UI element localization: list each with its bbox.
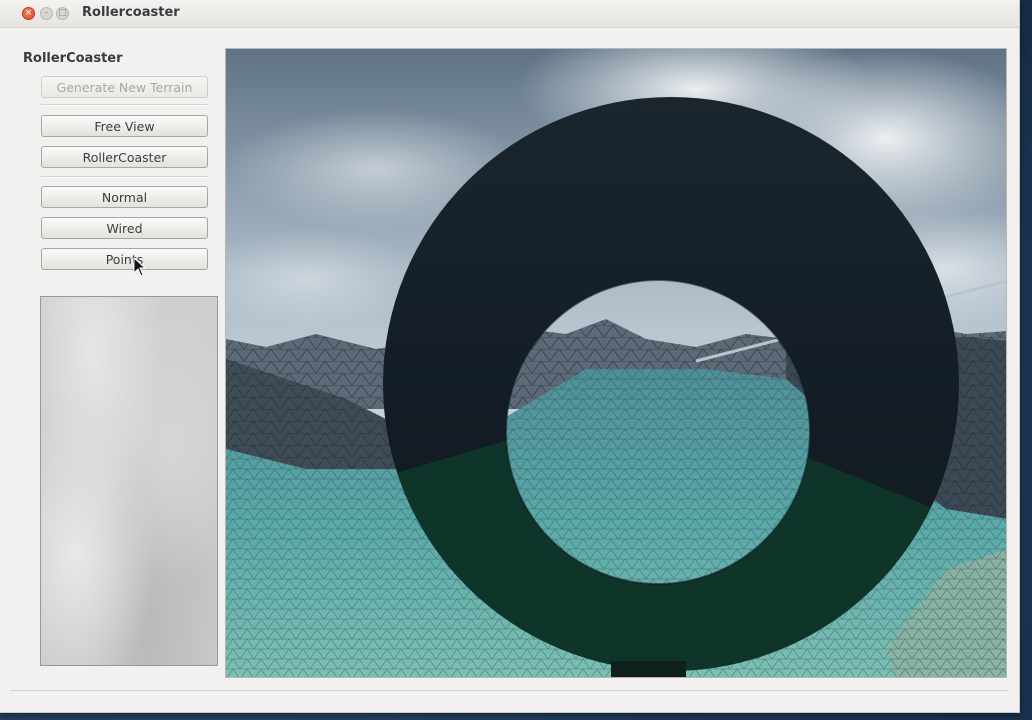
wired-render-button[interactable]: Wired	[41, 217, 208, 239]
generate-terrain-button[interactable]: Generate New Terrain	[41, 76, 208, 98]
free-view-button[interactable]: Free View	[41, 115, 208, 137]
title-bar[interactable]: × – □ Rollercoaster	[0, 0, 1019, 28]
separator	[41, 176, 208, 178]
3d-viewport[interactable]	[225, 48, 1007, 678]
heightmap-preview	[40, 296, 218, 666]
maximize-icon[interactable]: □	[56, 7, 69, 20]
separator	[41, 104, 208, 106]
close-icon[interactable]: ×	[22, 7, 35, 20]
mouse-pointer-icon	[133, 257, 147, 277]
rollercoaster-button[interactable]: RollerCoaster	[41, 146, 208, 168]
status-bar	[10, 690, 1009, 691]
normal-render-button[interactable]: Normal	[41, 186, 208, 208]
app-window: × – □ Rollercoaster RollerCoaster Genera…	[0, 0, 1020, 713]
panel-title: RollerCoaster	[23, 51, 123, 66]
scene-render	[226, 49, 1006, 677]
points-render-button[interactable]: Points	[41, 248, 208, 270]
window-title: Rollercoaster	[82, 5, 180, 20]
minimize-icon[interactable]: –	[40, 7, 53, 20]
